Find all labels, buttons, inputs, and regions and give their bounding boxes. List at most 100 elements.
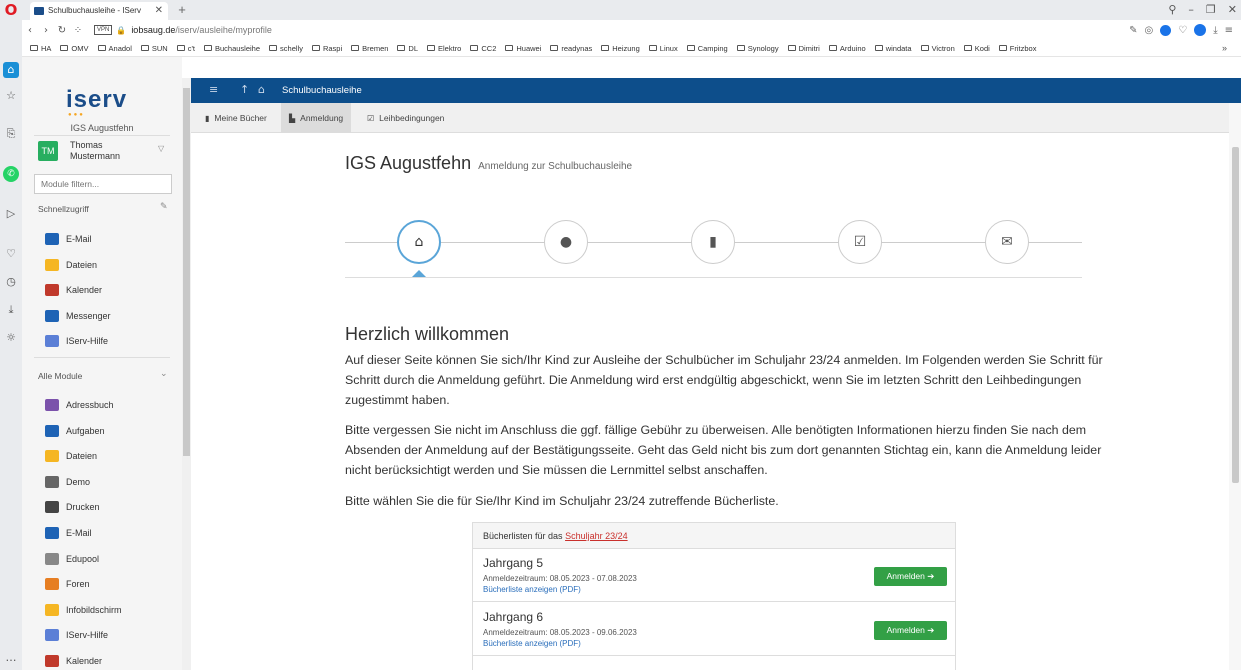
hamburger-icon[interactable]: ≡ [209,83,218,96]
sidebar-item[interactable]: Edupool [22,548,182,574]
all-modules-label[interactable]: Alle Module [38,371,82,381]
menu-icon[interactable]: ≡ [1225,25,1233,36]
bookmark-item[interactable]: Bremen [351,44,388,53]
more-icon[interactable]: … [3,650,19,666]
wizard-step-start[interactable]: ⌂ [397,220,441,264]
register-button[interactable]: Anmelden ➔ [874,621,947,640]
sidebar-item[interactable]: Infobildschirm [22,599,182,625]
speed-dial-icon[interactable]: ⁘ [70,25,86,36]
shield-icon[interactable] [1160,24,1172,36]
chevron-down-icon[interactable]: ▽ [158,144,164,153]
back-icon[interactable]: ‹ [22,25,38,36]
schoolyear-link[interactable]: Schuljahr 23/24 [565,531,628,541]
bookmark-item[interactable]: schelly [269,44,303,53]
bookmark-item[interactable]: Huawei [505,44,541,53]
star-icon[interactable]: ☆ [3,88,19,104]
lightbulb-icon[interactable]: ☼ [3,330,19,346]
heart-icon[interactable]: ♡ [1178,25,1187,36]
sidebar-item[interactable]: Aufgaben [22,420,182,446]
sidebar-item[interactable]: Messenger [22,305,182,331]
camera-icon[interactable]: ◎ [1144,25,1153,36]
bookmark-item[interactable]: Fritzbox [998,44,1036,53]
close-icon[interactable]: ✕ [155,2,163,20]
more-bookmarks-icon[interactable]: » [1222,43,1241,53]
sidebar-item[interactable]: IServ-Hilfe [22,330,182,356]
sidebar-item[interactable]: Kalender [22,279,182,305]
bookmark-item[interactable]: OMV [60,44,89,53]
bookmark-item[interactable]: Linux [648,44,678,53]
home-icon[interactable]: ⌂ [258,83,265,96]
minimize-icon[interactable]: – [1188,0,1194,20]
sidebar-item[interactable]: E-Mail [22,522,182,548]
edit-icon[interactable]: ✎ [1129,25,1137,36]
bookmark-item[interactable]: Elektro [427,44,461,53]
sidebar-item[interactable]: Demo [22,471,182,497]
breadcrumb[interactable]: Schulbuchausleihe [282,85,362,96]
wizard-step-send[interactable]: ✉ [985,220,1029,264]
close-window-icon[interactable]: ✕ [1228,0,1237,20]
sidebar-item[interactable]: Dateien [22,445,182,471]
reload-icon[interactable]: ↻ [54,25,70,36]
main-scroll-thumb[interactable] [1232,147,1239,483]
wizard-step-person[interactable]: ● [544,220,588,264]
sidebar-item[interactable]: Drucken [22,496,182,522]
tab-leihbedingungen[interactable]: ☑ Leihbedingungen [359,103,452,133]
heart-icon[interactable]: ♡ [3,246,19,262]
bookmark-item[interactable]: Buchausleihe [203,44,260,53]
bookmark-item[interactable]: readynas [550,44,592,53]
bookmark-item[interactable]: CC2 [470,44,496,53]
lock-icon[interactable]: 🔒 [116,26,126,35]
register-button[interactable]: Anmelden ➔ [874,567,947,586]
bookmark-item[interactable]: Heizung [601,44,640,53]
edit-icon[interactable]: ✎ [160,202,168,212]
sidebar-item[interactable]: IServ-Hilfe [22,624,182,650]
profile-icon[interactable] [1194,24,1207,36]
sidebar-item[interactable]: Dateien [22,254,182,280]
download-icon[interactable]: ⤓ [3,302,19,318]
bookmark-item[interactable]: c't [176,44,195,53]
whatsapp-icon[interactable]: ✆ [3,166,19,182]
bookmark-item[interactable]: SUN [140,44,168,53]
wizard-step-books[interactable]: ▮ [691,220,735,264]
module-filter-input[interactable] [34,174,172,194]
forward-icon[interactable]: › [38,25,54,36]
sidebar-item[interactable]: Foren [22,573,182,599]
history-icon[interactable]: ◷ [3,274,19,290]
clipboard-icon[interactable]: ⎘ [3,126,19,142]
booklist-pdf-link[interactable]: Bücherliste anzeigen (PDF) [483,585,581,594]
sidebar-item[interactable]: Adressbuch [22,394,182,420]
vpn-badge[interactable]: VPN [94,25,113,35]
bookmark-item[interactable]: Raspi [311,44,342,53]
browser-tab[interactable]: Schulbuchausleihe - IServ ✕ [30,2,168,20]
home-icon[interactable]: ⌂ [3,62,19,78]
opera-logo-icon[interactable]: O [0,0,22,20]
bookmark-item[interactable]: Arduino [828,44,866,53]
download-icon[interactable]: ⤓ [1213,25,1217,36]
bookmark-item[interactable]: windata [874,44,912,53]
sidebar-scroll-thumb[interactable] [183,88,190,456]
chevron-down-icon[interactable]: ⌄ [160,369,168,379]
sidebar-item[interactable]: Kalender [22,650,182,670]
url-field[interactable]: iobsaug.de/iserv/ausleihe/myprofile [131,25,272,35]
restore-icon[interactable]: ❐ [1206,0,1216,20]
wizard-step-conditions[interactable]: ☑ [838,220,882,264]
new-tab-button[interactable]: + [174,0,190,20]
booklist-pdf-link[interactable]: Bücherliste anzeigen (PDF) [483,639,581,648]
player-icon[interactable]: ▷ [3,206,19,222]
tab-anmeldung[interactable]: ▙ Anmeldung [281,103,352,133]
bookmark-item[interactable]: Anadol [97,44,132,53]
avatar[interactable]: TM [38,141,58,161]
bookmark-item[interactable]: Victron [920,44,955,53]
sidebar-item[interactable]: E-Mail [22,228,182,254]
up-arrow-icon[interactable]: ↑ [240,83,249,96]
bookmark-item[interactable]: Camping [686,44,728,53]
user-name[interactable]: Thomas Mustermann [70,140,140,162]
bookmark-item[interactable]: Dimitri [787,44,820,53]
tab-meine-buecher[interactable]: ▮ Meine Bücher [197,103,275,133]
bookmark-item[interactable]: Kodi [963,44,990,53]
iserv-logo[interactable]: iserv [66,86,127,114]
bookmark-item[interactable]: DL [397,44,418,53]
bookmark-item[interactable]: HA [30,44,51,53]
search-icon[interactable]: ⚲ [1168,0,1176,20]
bookmark-item[interactable]: Synology [736,44,779,53]
